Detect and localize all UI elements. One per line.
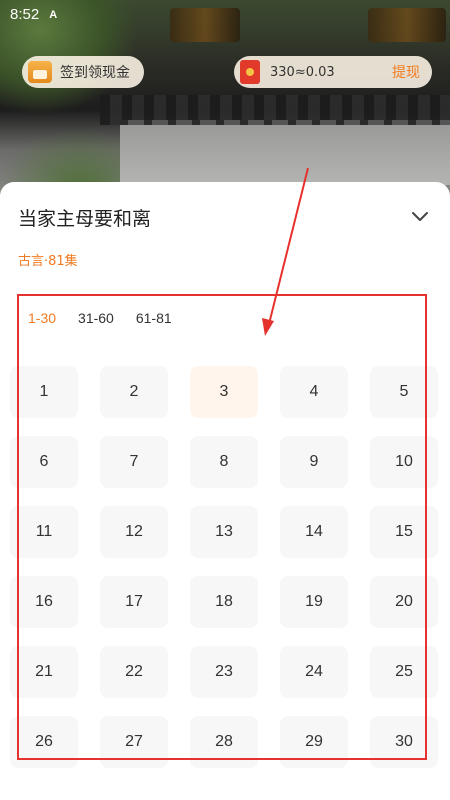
chevron-down-icon (412, 212, 428, 221)
checkin-label: 签到领现金 (60, 65, 130, 81)
episode-button[interactable]: 13 (190, 506, 258, 558)
episode-button[interactable]: 8 (190, 436, 258, 488)
tab-range-31-60[interactable]: 31-60 (78, 310, 114, 326)
wallet-amount: 330≈0.03 (270, 64, 335, 80)
withdraw-button[interactable]: 提现 (392, 62, 420, 82)
episode-button[interactable]: 12 (100, 506, 168, 558)
wallet-pill[interactable]: 330≈0.03 提现 (234, 56, 432, 88)
episode-button[interactable]: 29 (280, 716, 348, 768)
episode-button[interactable]: 5 (370, 366, 438, 418)
episode-button[interactable]: 1 (10, 366, 78, 418)
drama-title: 当家主母要和离 (18, 208, 152, 230)
episode-button[interactable]: 26 (10, 716, 78, 768)
tab-range-1-30[interactable]: 1-30 (28, 310, 56, 326)
tab-range-61-81[interactable]: 61-81 (136, 310, 172, 326)
collapse-button[interactable] (408, 204, 432, 228)
episode-button[interactable]: 16 (10, 576, 78, 628)
episode-button[interactable]: 24 (280, 646, 348, 698)
episode-grid: 1 2 3 4 5 6 7 8 9 10 11 12 13 14 15 16 1… (10, 366, 450, 768)
episode-button[interactable]: 21 (10, 646, 78, 698)
episode-button[interactable]: 17 (100, 576, 168, 628)
episode-button[interactable]: 14 (280, 506, 348, 558)
calendar-icon (28, 61, 52, 83)
episode-button[interactable]: 6 (10, 436, 78, 488)
video-banner-decoration (170, 8, 240, 42)
episode-button[interactable]: 9 (280, 436, 348, 488)
episode-button[interactable]: 4 (280, 366, 348, 418)
app-notification-icon: A (49, 8, 58, 21)
episode-button[interactable]: 10 (370, 436, 438, 488)
episode-button[interactable]: 19 (280, 576, 348, 628)
status-bar: 8:52 A (10, 6, 57, 23)
episode-range-tabs: 1-30 31-60 61-81 (28, 310, 172, 326)
episode-button[interactable]: 11 (10, 506, 78, 558)
episode-button[interactable]: 15 (370, 506, 438, 558)
episode-button[interactable]: 27 (100, 716, 168, 768)
episode-sheet: 当家主母要和离 古言·81集 1-30 31-60 61-81 1 2 3 4 … (0, 182, 450, 800)
episode-button[interactable]: 20 (370, 576, 438, 628)
episode-button[interactable]: 18 (190, 576, 258, 628)
status-time: 8:52 (10, 6, 40, 23)
episode-button[interactable]: 23 (190, 646, 258, 698)
episode-button[interactable]: 30 (370, 716, 438, 768)
video-wall-decoration (120, 125, 450, 185)
episode-button[interactable]: 22 (100, 646, 168, 698)
drama-meta: 古言·81集 (18, 254, 78, 269)
episode-button[interactable]: 2 (100, 366, 168, 418)
episode-button[interactable]: 7 (100, 436, 168, 488)
red-envelope-icon (240, 60, 260, 84)
episode-button-current[interactable]: 3 (190, 366, 258, 418)
episode-button[interactable]: 28 (190, 716, 258, 768)
checkin-button[interactable]: 签到领现金 (22, 56, 144, 88)
video-banner-decoration (368, 8, 446, 42)
episode-button[interactable]: 25 (370, 646, 438, 698)
